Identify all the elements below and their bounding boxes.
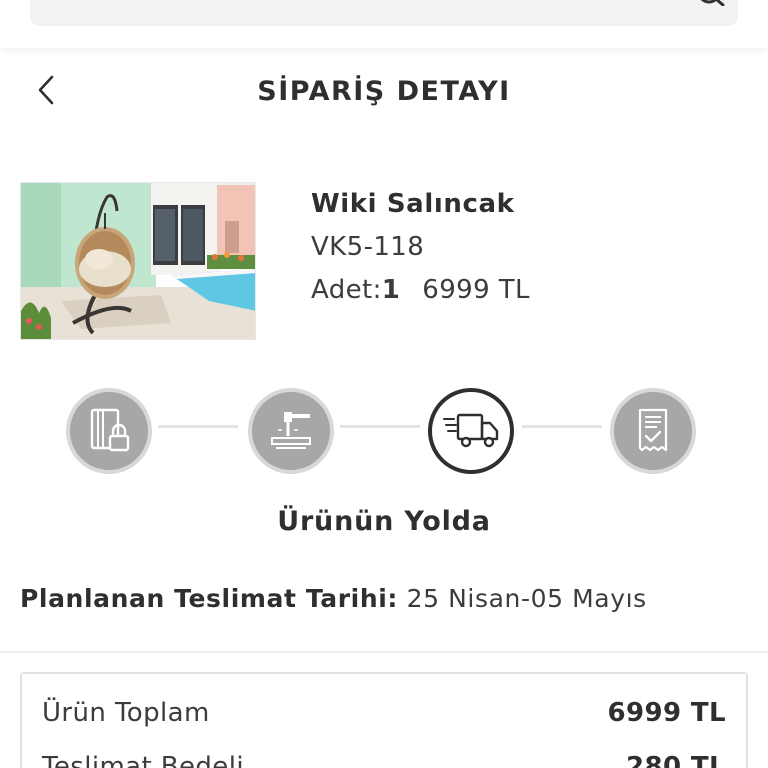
section-divider (0, 651, 768, 653)
product-name[interactable]: Wiki Salıncak (311, 184, 530, 224)
order-summary-card: Ürün Toplam 6999 TL Teslimat Bedeli 280 … (20, 672, 748, 768)
search-strip (0, 0, 768, 48)
product-price: 6999 TL (422, 275, 530, 305)
order-status-label: Ürünün Yolda (277, 506, 491, 537)
product-sku: VK5-118 (311, 232, 425, 262)
step-production (248, 388, 334, 474)
summary-row: Ürün Toplam 6999 TL (42, 698, 726, 728)
step-payment (66, 388, 152, 474)
summary-row: Teslimat Bedeli 280 TL (42, 752, 726, 768)
delivery-truck-icon (443, 413, 499, 448)
product-image[interactable] (20, 182, 256, 340)
page-title: SİPARİŞ DETAYI (257, 76, 511, 107)
search-icon[interactable] (696, 0, 726, 6)
quantity-label: Adet: (311, 275, 382, 305)
product-info: Wiki Salıncak VK5-118 Adet:1 6999 TL (311, 184, 530, 310)
order-product[interactable]: Wiki Salıncak VK5-118 Adet:1 6999 TL (20, 182, 748, 342)
summary-label: Ürün Toplam (42, 698, 210, 728)
tracker-connector (158, 425, 238, 428)
quantity-value: 1 (381, 275, 401, 305)
search-input[interactable] (30, 0, 738, 26)
planned-delivery-value: 25 Nisan-05 Mayıs (406, 584, 647, 613)
step-shipping (428, 388, 514, 474)
quantity: Adet:1 (311, 270, 400, 310)
order-status-tracker (64, 384, 698, 476)
invoice-receipt-icon (638, 408, 668, 452)
tracker-connector (340, 425, 420, 428)
tracker-connector (522, 425, 602, 428)
payment-card-lock-icon (90, 408, 130, 452)
summary-value: 6999 TL (607, 698, 726, 728)
step-delivered (610, 388, 696, 474)
page-header: SİPARİŞ DETAYI (0, 60, 768, 124)
planned-delivery: Planlanan Teslimat Tarihi: 25 Nisan-05 M… (20, 584, 647, 613)
summary-label: Teslimat Bedeli (42, 752, 244, 768)
planned-delivery-label: Planlanan Teslimat Tarihi: (20, 584, 399, 613)
summary-value: 280 TL (625, 752, 726, 768)
production-tools-icon (271, 412, 311, 449)
product-qty-price: Adet:1 6999 TL (311, 270, 530, 310)
